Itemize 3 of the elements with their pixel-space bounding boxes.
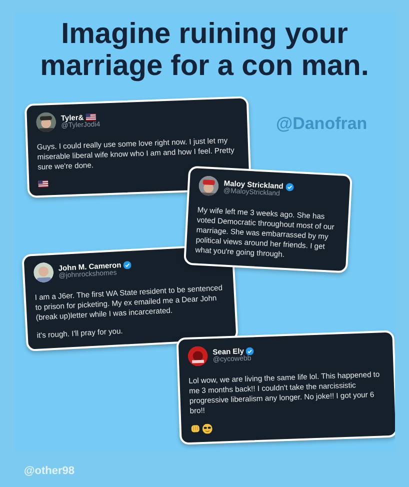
headline: Imagine ruining your marriage for a con man. [39, 18, 370, 82]
credit-text: @Danofran [276, 114, 368, 134]
credit-text: @other98 [24, 465, 76, 477]
